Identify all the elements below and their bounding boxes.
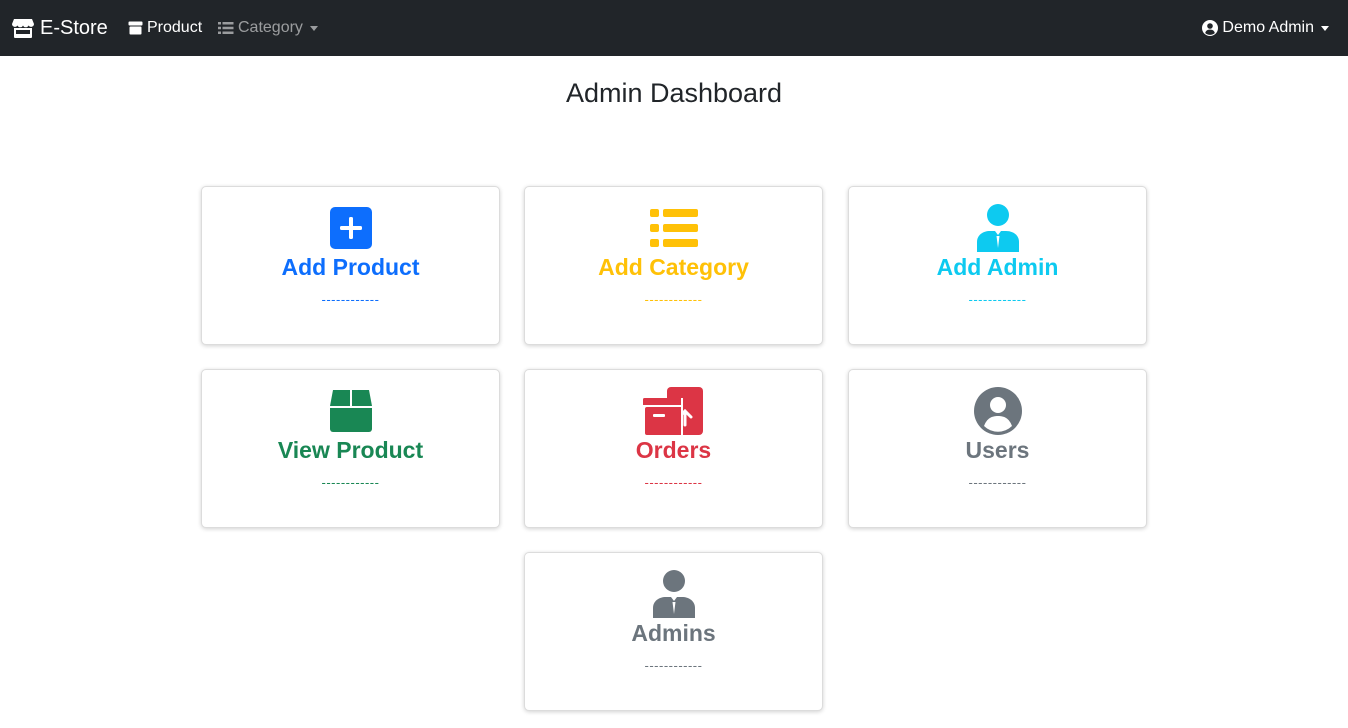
brand-link[interactable]: E-Store <box>12 15 108 41</box>
nav-category-dropdown[interactable]: Category <box>218 18 318 38</box>
page-title: Admin Dashboard <box>565 78 783 108</box>
user-tie-icon <box>525 570 822 618</box>
user-circle-icon <box>849 387 1146 435</box>
card-divider: ------------ <box>321 292 380 307</box>
card-divider: ------------ <box>968 292 1027 307</box>
user-circle-icon <box>1202 20 1219 36</box>
chevron-down-icon <box>1321 25 1329 31</box>
users-card[interactable]: Users ------------ <box>848 369 1147 528</box>
nav-category-label: Category <box>238 19 303 36</box>
card-divider: ------------ <box>321 475 380 490</box>
card-label: View Product <box>277 437 424 463</box>
card-label: Add Product <box>281 254 420 280</box>
user-menu-dropdown[interactable]: Demo Admin <box>1202 18 1329 38</box>
card-label: Orders <box>635 437 712 463</box>
user-name: Demo Admin <box>1222 19 1314 36</box>
card-label: Admins <box>631 620 716 646</box>
card-divider: ------------ <box>968 475 1027 490</box>
card-divider: ------------ <box>644 292 703 307</box>
card-label: Add Admin <box>936 254 1059 280</box>
orders-card[interactable]: Orders ------------ <box>524 369 823 528</box>
list-icon <box>218 22 234 34</box>
card-label: Add Category <box>598 254 749 280</box>
brand-name: E-Store <box>40 16 108 39</box>
view-product-card[interactable]: View Product ------------ <box>201 369 500 528</box>
add-category-card[interactable]: Add Category ------------ <box>524 186 823 345</box>
user-tie-icon <box>849 204 1146 252</box>
add-admin-card[interactable]: Add Admin ------------ <box>848 186 1147 345</box>
card-divider: ------------ <box>644 658 703 673</box>
store-icon <box>12 19 34 38</box>
box-icon <box>202 387 499 435</box>
top-navbar: E-Store Product Category Demo Admin <box>0 0 1348 56</box>
boxes-icon <box>525 387 822 435</box>
card-divider: ------------ <box>644 475 703 490</box>
chevron-down-icon <box>309 25 318 31</box>
nav-product[interactable]: Product <box>128 18 202 38</box>
nav-product-label: Product <box>147 19 203 36</box>
admins-card[interactable]: Admins ------------ <box>524 552 823 711</box>
add-product-card[interactable]: Add Product ------------ <box>201 186 500 345</box>
plus-square-icon <box>202 204 499 252</box>
box-icon <box>128 21 143 35</box>
card-label: Users <box>965 437 1030 463</box>
list-icon <box>525 204 822 252</box>
